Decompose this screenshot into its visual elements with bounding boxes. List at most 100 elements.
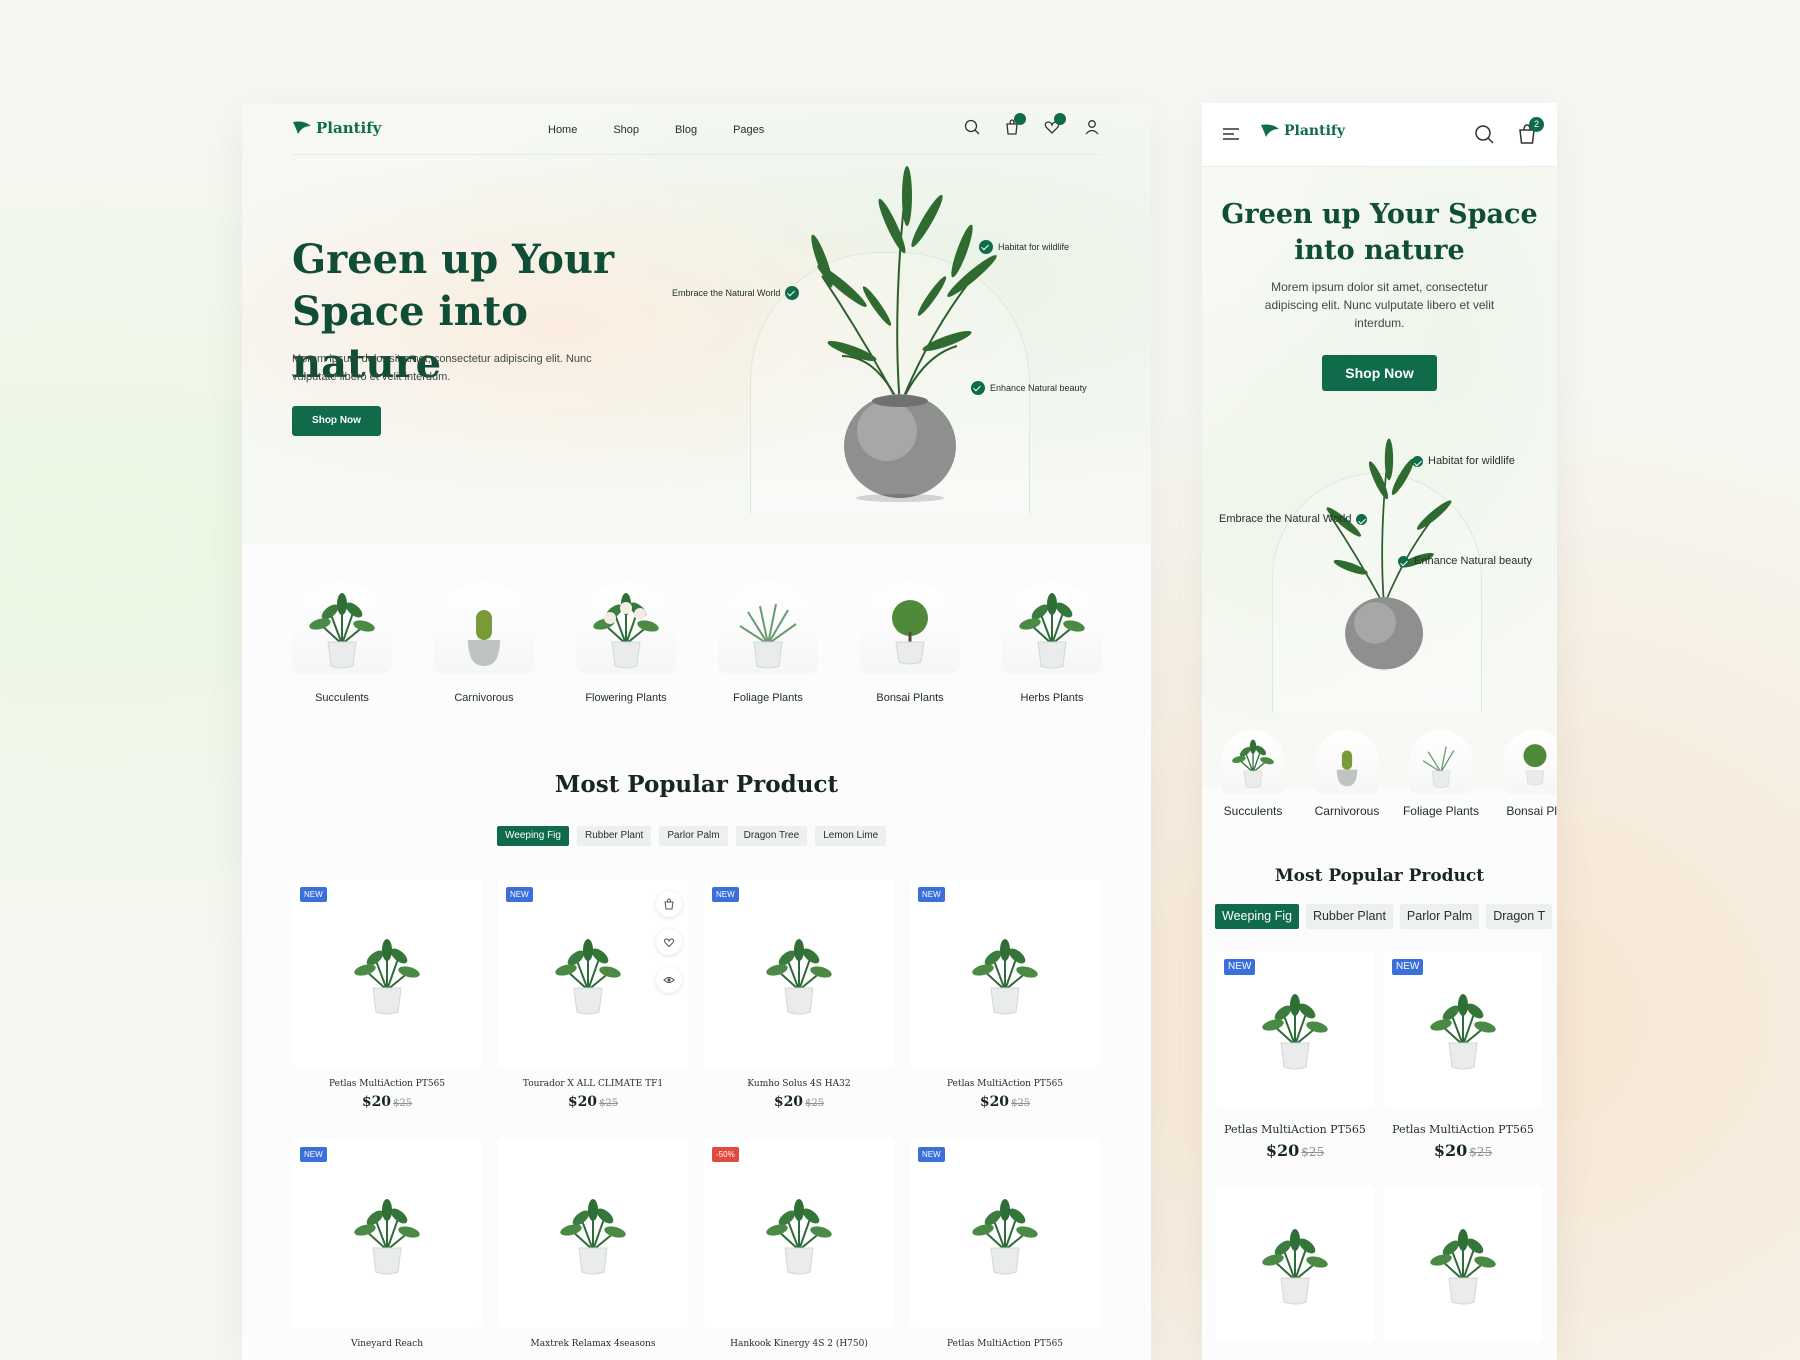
product-grid: NEW Petlas MultiAction PT565 $20 $25 NEW … [1216,951,1542,1360]
product-price: $20 $25 [1216,1141,1374,1160]
check-icon [1412,455,1423,467]
category-image [292,582,392,674]
category-foliage[interactable]: Foliage Plants [718,582,818,704]
product-image: NEW [498,879,688,1068]
check-icon [979,240,993,254]
nav-item-blog[interactable]: Blog [675,124,697,136]
price-old: $25 [393,1098,413,1109]
menu-icon[interactable] [1222,125,1240,143]
product-card[interactable]: NEW Petlas MultiAction PT565 [910,1139,1100,1360]
product-name[interactable]: Hankook Kinergy 4S 2 (H750) [704,1339,894,1349]
popular-section-title: Most Popular Product [554,771,839,798]
product-card[interactable]: Maxtrek Relamax 4seasons [498,1139,688,1360]
hero-tag-label: Habitat for wildlife [998,242,1070,252]
product-card[interactable]: NEW Petlas MultiAction PT565 $20 $25 [1384,951,1542,1186]
category-image [1315,730,1379,794]
hero-tag-label: Enhance Natural beauty [1414,555,1533,567]
product-badge: NEW [300,1147,327,1162]
product-name[interactable]: Petlas MultiAction PT565 [910,1339,1100,1349]
product-name[interactable]: Petlas MultiAction PT565 [1384,1123,1542,1136]
product-card[interactable] [1384,1186,1542,1360]
category-bonsai[interactable]: Bonsai Plants [860,582,960,704]
product-card[interactable]: -50% Hankook Kinergy 4S 2 (H750) [704,1139,894,1360]
check-icon [785,286,800,300]
nav-item-home[interactable]: Home [548,124,577,136]
category-foliage[interactable]: Foliage Plants [1402,730,1480,818]
user-icon[interactable] [1083,118,1101,136]
category-image [1002,582,1102,674]
product-name[interactable]: Petlas MultiAction PT565 [910,1079,1100,1089]
cart-icon[interactable] [1003,113,1026,136]
product-image [498,1139,688,1328]
product-badge: NEW [712,887,739,902]
search-icon[interactable] [1473,123,1495,145]
brand-logo[interactable]: Plantify [292,119,381,137]
shop-now-button[interactable]: Shop Now [1322,355,1437,391]
tab-rubber-plant[interactable]: Rubber Plant [576,826,652,846]
category-image [860,582,960,674]
product-card[interactable]: NEW Petlas MultiAction PT565 $20 $25 [1216,951,1374,1186]
category-carnivorous[interactable]: Carnivorous [1308,730,1386,818]
add-to-cart-icon[interactable] [656,891,682,917]
category-label: Bonsai Plants [876,692,944,704]
product-image: -50% [704,1139,894,1328]
category-succulents[interactable]: Succulents [292,582,392,704]
desktop-navbar: Plantify Home Shop Blog Pages [292,104,1101,155]
product-name[interactable]: Petlas MultiAction PT565 [292,1079,482,1089]
wishlist-icon[interactable] [1043,113,1066,136]
category-flowering[interactable]: Flowering Plants [576,582,676,704]
category-list: Succulents Carnivorous Flowering Plants … [292,582,1102,704]
category-image [1503,730,1557,794]
search-icon[interactable] [963,118,981,136]
price-current: $20 [1265,1141,1300,1160]
category-label: Foliage Plants [733,692,803,704]
category-image [576,582,676,674]
check-icon [1398,555,1409,567]
hero-tag-embrace: Embrace the Natural World [1219,513,1368,525]
product-card[interactable] [1216,1186,1374,1360]
heart-icon[interactable] [656,929,682,955]
product-name[interactable]: Vineyard Reach [292,1339,482,1349]
product-price: $20 $25 [498,1094,688,1110]
category-image [1221,730,1285,794]
check-icon [1356,513,1368,525]
product-card[interactable]: NEW Petlas MultiAction PT565 $20 $25 [910,879,1100,1139]
tab-weeping-fig[interactable]: Weeping Fig [1215,904,1299,929]
product-card[interactable]: NEW Petlas MultiAction PT565 $20 $25 [292,879,482,1139]
tab-dragon-tree[interactable]: Dragon Tree [735,826,808,846]
nav-item-pages[interactable]: Pages [733,124,764,136]
product-image: NEW [1216,951,1374,1107]
category-label: Bonsai Pla [1506,804,1557,818]
category-herbs[interactable]: Herbs Plants [1002,582,1102,704]
tab-lemon-lime[interactable]: Lemon Lime [815,826,887,846]
cart-icon[interactable]: 2 [1516,117,1544,145]
nav-item-shop[interactable]: Shop [613,124,639,136]
brand-logo[interactable]: Plantify [1260,123,1345,139]
category-succulents[interactable]: Succulents [1214,730,1292,818]
category-list: Succulents Carnivorous Foliage Plants Bo… [1214,730,1557,818]
product-card[interactable]: NEW Tourador X ALL CLIMATE TF1 $20 $25 [498,879,688,1139]
check-icon [971,381,985,395]
tab-rubber-plant[interactable]: Rubber Plant [1305,904,1393,929]
brand-name: Plantify [316,119,382,137]
category-carnivorous[interactable]: Carnivorous [434,582,534,704]
tab-dragon-tree[interactable]: Dragon T [1486,904,1553,929]
category-bonsai[interactable]: Bonsai Pla [1496,730,1557,818]
category-label: Carnivorous [1314,804,1380,818]
shop-now-button[interactable]: Shop Now [292,406,381,436]
category-label: Foliage Plants [1402,804,1480,818]
price-current: $20 [773,1094,804,1110]
tab-weeping-fig[interactable]: Weeping Fig [497,826,569,846]
price-current: $20 [567,1094,598,1110]
eye-icon[interactable] [656,967,682,993]
product-name[interactable]: Petlas MultiAction PT565 [1216,1123,1374,1136]
product-name[interactable]: Tourador X ALL CLIMATE TF1 [498,1079,688,1089]
tab-parlor-palm[interactable]: Parlor Palm [1399,904,1480,929]
tab-parlor-palm[interactable]: Parlor Palm [659,826,728,846]
product-card[interactable]: NEW Kumho Solus 4S HA32 $20 $25 [704,879,894,1139]
product-card[interactable]: NEW Vineyard Reach [292,1139,482,1360]
product-price: $20 $25 [704,1094,894,1110]
category-image [1409,730,1473,794]
product-name[interactable]: Maxtrek Relamax 4seasons [498,1339,688,1349]
product-name[interactable]: Kumho Solus 4S HA32 [704,1079,894,1089]
